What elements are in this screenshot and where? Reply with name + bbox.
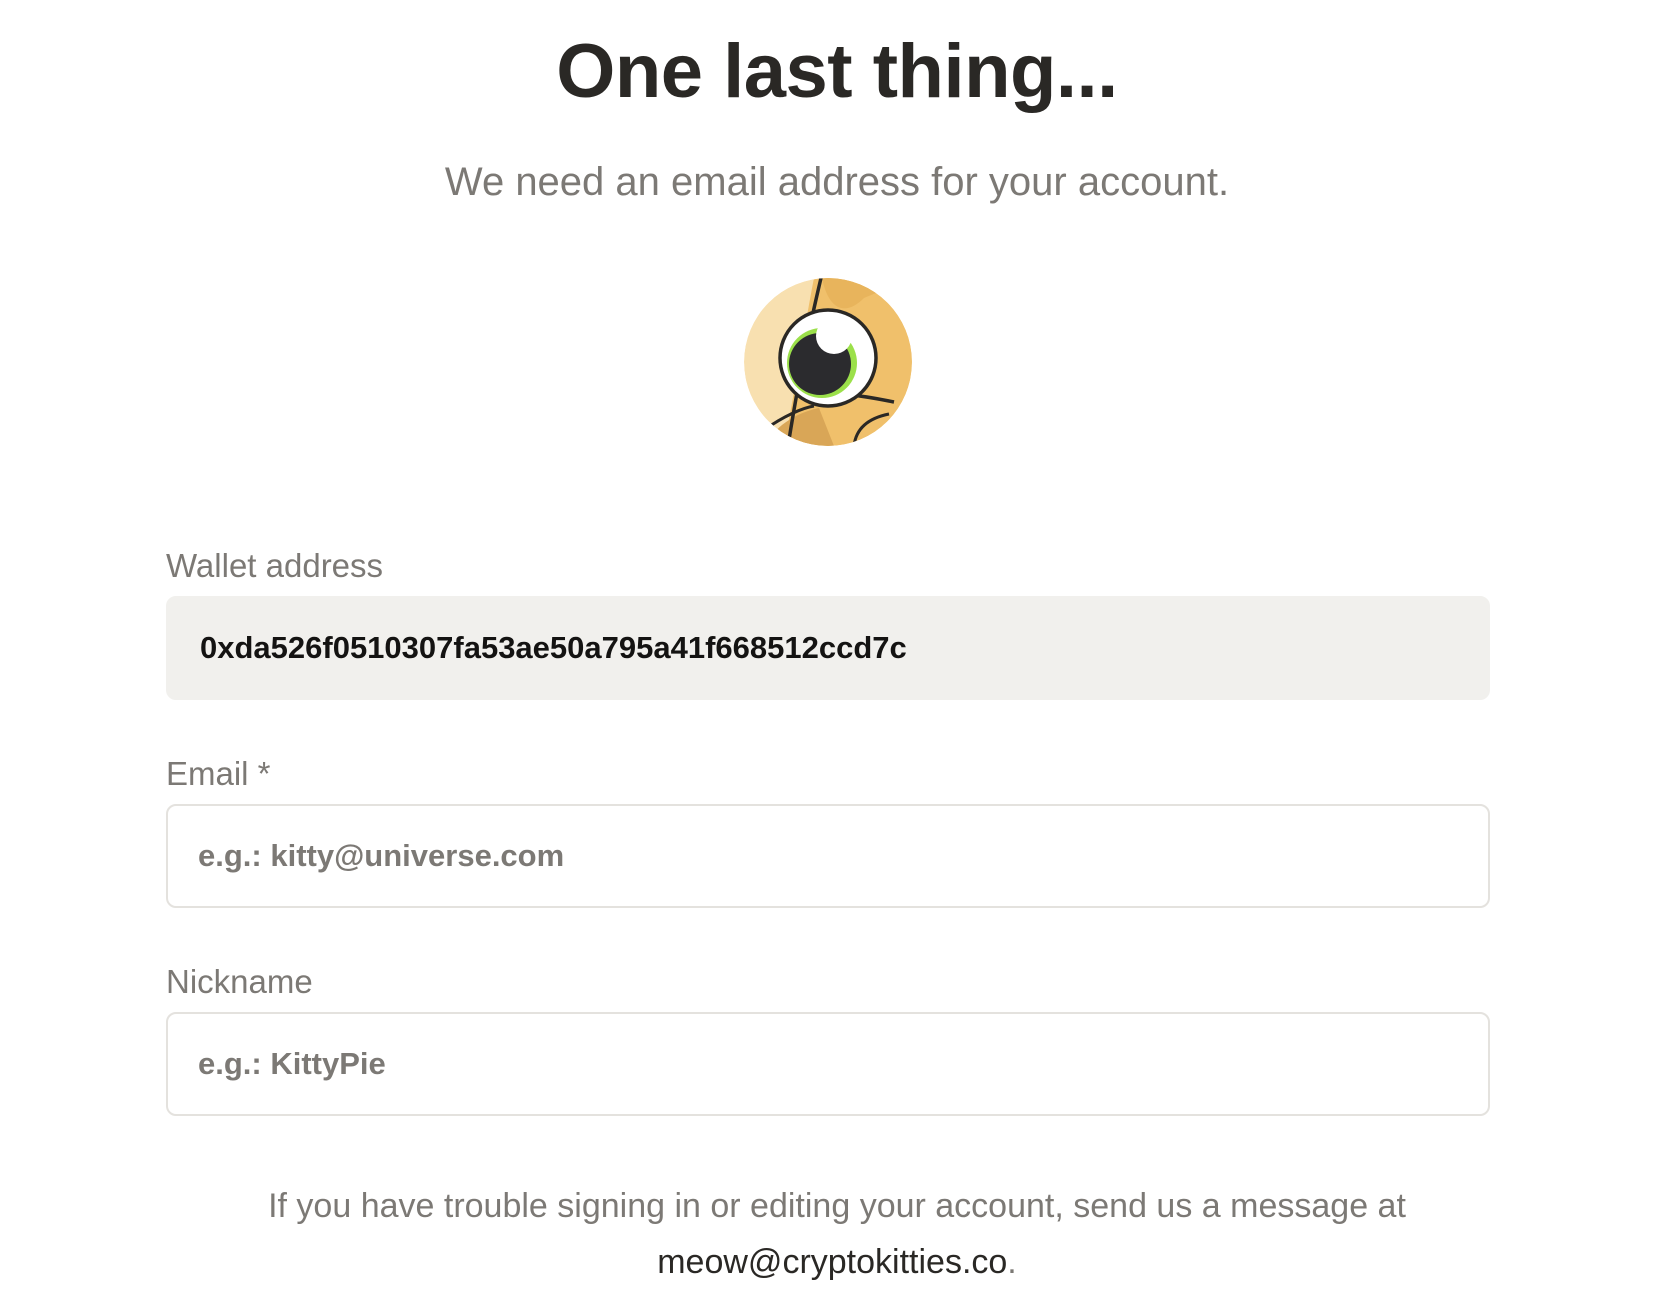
- nickname-field-container: [166, 1012, 1490, 1116]
- help-period: .: [1007, 1243, 1017, 1281]
- wallet-address-field: 0xda526f0510307fa53ae50a795a41f668512ccd…: [166, 596, 1490, 700]
- email-field[interactable]: [168, 806, 1488, 906]
- email-label: Email *: [166, 755, 271, 792]
- page-title: One last thing...: [556, 29, 1118, 114]
- nickname-field[interactable]: [168, 1014, 1488, 1114]
- email-field-container: [166, 804, 1490, 908]
- help-text: If you have trouble signing in or editin…: [268, 1187, 1406, 1225]
- support-email-link[interactable]: meow@cryptokitties.co: [657, 1243, 1007, 1281]
- wallet-address-value: 0xda526f0510307fa53ae50a795a41f668512ccd…: [200, 630, 907, 665]
- account-setup-page: One last thing... We need an email addre…: [0, 0, 1674, 1296]
- help-contact-line: meow@cryptokitties.co.: [0, 1237, 1674, 1287]
- page-subtitle: We need an email address for your accoun…: [444, 160, 1230, 204]
- nickname-label: Nickname: [166, 963, 313, 1000]
- wallet-address-label: Wallet address: [166, 547, 384, 584]
- kitty-eye-avatar-icon: [744, 278, 912, 446]
